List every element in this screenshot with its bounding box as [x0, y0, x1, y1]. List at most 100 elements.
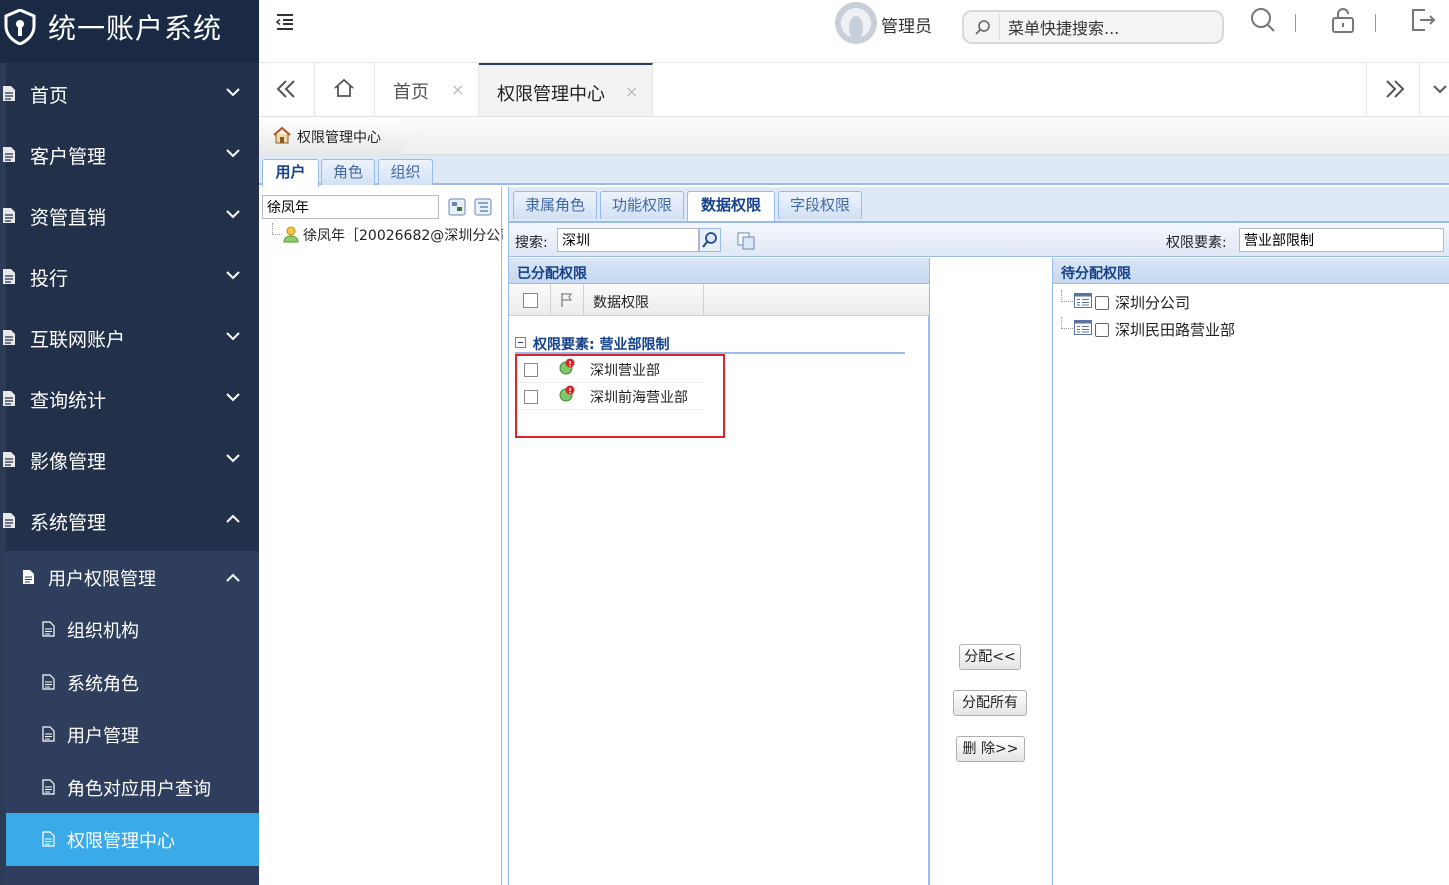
- top-header: 管理员: [259, 0, 1449, 63]
- search-icon[interactable]: [1249, 6, 1277, 34]
- tab-org[interactable]: 组织: [378, 159, 433, 185]
- user-tree-pane: 徐凤年［20026682@深圳分公司］: [259, 187, 503, 885]
- tab-data-permission[interactable]: 数据权限: [687, 191, 775, 221]
- menu-label: 资管直销: [30, 207, 107, 229]
- permission-search-input[interactable]: [557, 228, 699, 252]
- item-checkbox[interactable]: [1095, 323, 1109, 337]
- chevron-up-icon: [226, 573, 240, 582]
- user-icon: [283, 226, 299, 243]
- menu-item-home[interactable]: 首页: [0, 63, 259, 124]
- group-label: 权限要素: 营业部限制: [533, 337, 670, 353]
- flag-icon: [561, 293, 573, 307]
- logo-bar: 统一账户系统: [0, 0, 259, 63]
- pending-panel-title: 待分配权限: [1053, 258, 1449, 284]
- grid-header: 数据权限: [509, 284, 929, 316]
- document-outline-icon: [42, 779, 55, 795]
- menu-search-box[interactable]: [962, 10, 1224, 44]
- tab-function-permission[interactable]: 功能权限: [600, 191, 684, 219]
- tabs-scroll-right[interactable]: [1366, 63, 1420, 116]
- menu-item-image-mgmt[interactable]: 影像管理: [0, 429, 259, 490]
- menu-item-user-mgmt[interactable]: 用户管理: [6, 708, 259, 761]
- select-all-checkbox[interactable]: [523, 293, 538, 308]
- chevron-down-icon: [226, 88, 240, 97]
- tab-field-permission[interactable]: 字段权限: [778, 191, 862, 219]
- tab-role[interactable]: 角色: [321, 159, 375, 185]
- tabs-menu[interactable]: [1420, 63, 1449, 116]
- assign-all-button[interactable]: 分配所有: [953, 690, 1027, 716]
- menu-label: 投行: [30, 268, 69, 290]
- menu-label: 系统管理: [30, 512, 107, 534]
- search-icon[interactable]: [699, 228, 721, 252]
- menu-label: 角色对应用户查询: [67, 779, 211, 800]
- shield-lock-icon: [4, 9, 36, 45]
- menu-item-role-user-query[interactable]: 角色对应用户查询: [6, 761, 259, 814]
- menu-label: 首页: [30, 85, 69, 107]
- pending-permissions-panel: 待分配权限 深圳分公司 深圳民田路营业部: [1053, 258, 1449, 885]
- remove-button[interactable]: 删 除>>: [956, 736, 1025, 762]
- column-divider: [703, 284, 704, 316]
- breadcrumb-item[interactable]: 权限管理中心: [259, 117, 417, 155]
- document-icon: [3, 513, 15, 528]
- entity-tabs: 用户 角色 组织: [259, 155, 1449, 187]
- document-icon: [3, 452, 15, 467]
- permission-element-label: 权限要素:: [1166, 235, 1227, 251]
- tab-label: 权限管理中心: [497, 84, 605, 105]
- menu-label: 系统角色: [67, 674, 139, 695]
- menu-search-input[interactable]: [1008, 16, 1208, 38]
- menu-item-query-stats[interactable]: 查询统计: [0, 368, 259, 429]
- menu-item-investment-bank[interactable]: 投行: [0, 246, 259, 307]
- expand-all-icon[interactable]: [448, 198, 466, 216]
- tree-connector: [1061, 290, 1073, 302]
- menu-item-internet-account[interactable]: 互联网账户: [0, 307, 259, 368]
- tree-node-user[interactable]: 徐凤年［20026682@深圳分公司］: [283, 225, 503, 245]
- permission-element-select[interactable]: [1239, 228, 1444, 252]
- tab-close-icon[interactable]: ×: [625, 82, 638, 101]
- permission-toolbar: 搜索: 权限要素:: [509, 223, 1449, 257]
- tab-permission-center[interactable]: 权限管理中心 ×: [479, 63, 653, 116]
- document-icon: [3, 208, 15, 223]
- assign-button[interactable]: 分配<<: [959, 644, 1021, 670]
- column-header-data-permission[interactable]: 数据权限: [593, 292, 649, 312]
- user-filter-input[interactable]: [262, 195, 439, 219]
- menu-toggle-icon[interactable]: [275, 12, 295, 32]
- menu-label: 客户管理: [30, 146, 107, 168]
- assigned-panel-title: 已分配权限: [509, 258, 929, 284]
- menu-item-org[interactable]: 组织机构: [6, 603, 259, 656]
- list-node-icon: [1074, 320, 1092, 335]
- menu-item-system-mgmt[interactable]: 系统管理: [0, 490, 259, 551]
- menu-item-asset-direct[interactable]: 资管直销: [0, 185, 259, 246]
- chevron-down-icon: [226, 332, 240, 341]
- menu-item-user-permission[interactable]: 用户权限管理: [6, 551, 259, 604]
- tab-member-roles[interactable]: 隶属角色: [513, 191, 597, 219]
- item-checkbox[interactable]: [1095, 296, 1109, 310]
- menu-item-customer[interactable]: 客户管理: [0, 124, 259, 185]
- tree-connector: [272, 223, 282, 235]
- search-icon: [975, 20, 990, 35]
- tab-close-icon[interactable]: ×: [451, 80, 464, 99]
- highlight-box: [515, 354, 725, 438]
- collapse-icon[interactable]: [515, 337, 526, 348]
- list-node-icon: [1074, 293, 1092, 308]
- menu-item-system-role[interactable]: 系统角色: [6, 656, 259, 709]
- tab-label: 首页: [393, 82, 429, 103]
- tab-home-icon[interactable]: [315, 63, 375, 116]
- tab-home[interactable]: 首页 ×: [375, 63, 479, 116]
- avatar[interactable]: [835, 2, 877, 44]
- document-outline-icon: [42, 621, 55, 637]
- document-icon: [23, 570, 34, 584]
- group-header[interactable]: 权限要素: 营业部限制: [515, 334, 905, 354]
- username-label[interactable]: 管理员: [881, 12, 932, 37]
- menu-label: 影像管理: [30, 451, 107, 473]
- copy-icon[interactable]: [735, 228, 757, 252]
- list-item[interactable]: 深圳分公司: [1061, 290, 1431, 314]
- app-title: 统一账户系统: [48, 12, 223, 45]
- list-item[interactable]: 深圳民田路营业部: [1061, 317, 1431, 341]
- menu-item-permission-center[interactable]: 权限管理中心: [6, 813, 259, 866]
- lock-icon[interactable]: [1329, 6, 1357, 34]
- menu-label: 用户权限管理: [48, 569, 156, 590]
- tabs-scroll-left[interactable]: [259, 63, 315, 116]
- collapse-all-icon[interactable]: [474, 198, 492, 216]
- tab-user[interactable]: 用户: [262, 159, 319, 187]
- user-avatar-icon: [835, 2, 877, 44]
- logout-icon[interactable]: [1409, 6, 1437, 34]
